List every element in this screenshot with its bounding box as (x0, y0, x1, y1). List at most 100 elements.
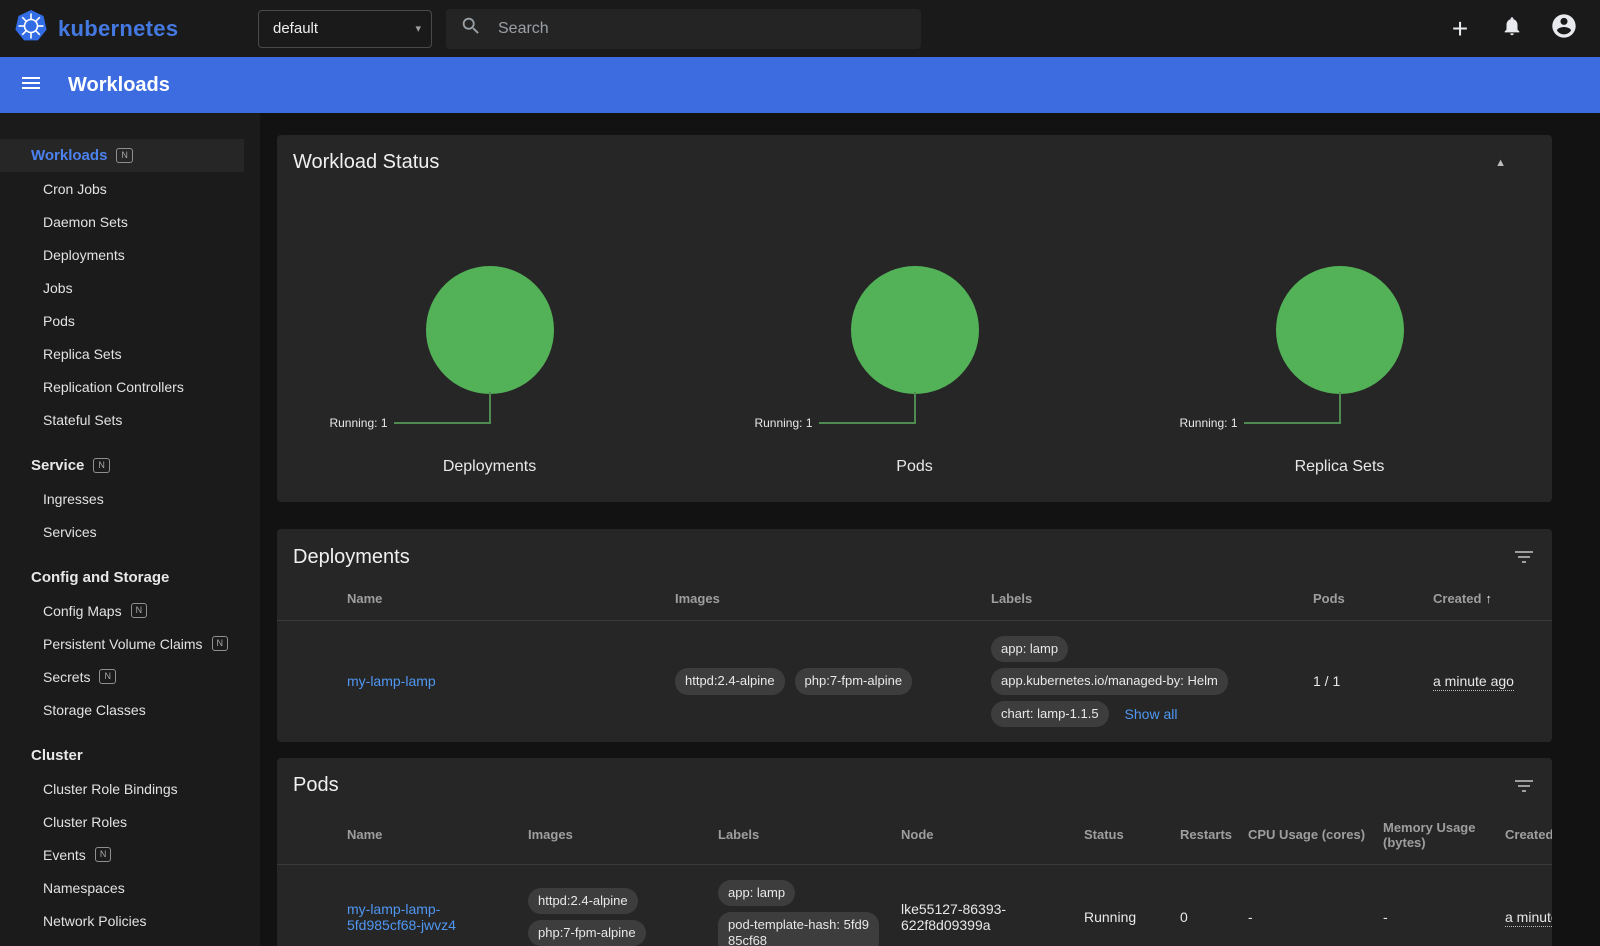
sidebar-item-label: Ingresses (43, 491, 104, 507)
chart-connector (1339, 392, 1341, 424)
sidebar-item-replica-sets[interactable]: Replica Sets (0, 337, 260, 370)
column-header-images[interactable]: Images (667, 577, 983, 621)
create-button[interactable]: + (1440, 9, 1480, 49)
pod-restarts: 0 (1172, 864, 1240, 946)
chart-deployments: Running: 1 Deployments (277, 266, 702, 484)
column-header-labels[interactable]: Labels (983, 577, 1305, 621)
pod-name-link[interactable]: my-lamp-lamp-5fd985cf68-jwvz4 (347, 901, 456, 933)
column-header-created[interactable]: Created↑ (1497, 806, 1552, 865)
sidebar-item-label: Workloads (31, 147, 107, 164)
new-badge: N (99, 669, 116, 684)
new-badge: N (212, 636, 229, 651)
sidebar-item-label: Config Maps (43, 603, 122, 619)
column-header-status-text[interactable]: Status (1076, 806, 1172, 865)
sidebar-item-workloads[interactable]: Workloads N (0, 139, 244, 172)
image-chip: httpd:2.4-alpine (675, 668, 785, 694)
sidebar-item-daemon-sets[interactable]: Daemon Sets (0, 205, 260, 238)
sidebar-item-label: Stateful Sets (43, 412, 122, 428)
notifications-button[interactable] (1492, 9, 1532, 49)
sidebar-item-storage-classes[interactable]: Storage Classes (0, 693, 260, 726)
column-header-created[interactable]: Created↑ (1425, 577, 1552, 621)
column-header-name[interactable]: Name (339, 806, 520, 865)
column-header-name[interactable]: Name (339, 577, 667, 621)
search-bar[interactable] (446, 9, 921, 49)
chart-title: Deployments (277, 458, 702, 476)
column-header-labels[interactable]: Labels (710, 806, 893, 865)
sidebar-item-cluster-roles[interactable]: Cluster Roles (0, 805, 260, 838)
sidebar-item-network-policies[interactable]: Network Policies (0, 904, 260, 937)
new-badge: N (116, 148, 133, 163)
sidebar-item-pods[interactable]: Pods (0, 304, 260, 337)
sidebar-item-namespaces[interactable]: Namespaces (0, 871, 260, 904)
chart-slice-label: Running: 1 (754, 416, 812, 430)
created-timestamp: a minute ago (1433, 673, 1514, 691)
topbar-actions: + (1440, 9, 1600, 49)
donut-chart (426, 266, 554, 394)
chart-slice-label: Running: 1 (1179, 416, 1237, 430)
label-chip: app.kubernetes.io/managed-by: Helm (991, 668, 1228, 694)
sidebar-item-config-maps[interactable]: Config Maps N (0, 594, 260, 627)
show-all-labels-link[interactable]: Show all (1125, 706, 1178, 722)
page-title: Workloads (68, 74, 170, 97)
table-row: my-lamp-lamp httpd:2.4-alpine php:7-fpm-… (277, 621, 1552, 742)
column-header-cpu[interactable]: CPU Usage (cores) (1240, 806, 1375, 865)
new-badge: N (93, 458, 110, 473)
sort-ascending-icon: ↑ (1485, 591, 1492, 606)
sidebar-item-jobs[interactable]: Jobs (0, 271, 260, 304)
collapse-card-icon[interactable]: ▲ (1495, 157, 1506, 169)
sidebar-item-label: Deployments (43, 247, 125, 263)
label-chip: app: lamp (718, 880, 795, 906)
workload-status-card: Workload Status ▲ Running: 1 Deployments… (277, 135, 1552, 502)
sidebar-item-ingresses[interactable]: Ingresses (0, 482, 260, 515)
sidebar-item-label: Cluster Role Bindings (43, 781, 178, 797)
sidebar-item-services[interactable]: Services (0, 515, 260, 548)
pod-cpu-usage: - (1240, 864, 1375, 946)
deployments-table: Name Images Labels Pods Created↑ my-lamp… (277, 577, 1552, 742)
filter-icon[interactable] (1512, 774, 1536, 798)
search-input[interactable] (498, 20, 907, 38)
column-header-memory[interactable]: Memory Usage (bytes) (1375, 806, 1497, 865)
label-chip: app: lamp (991, 636, 1068, 662)
pods-count: 1 / 1 (1305, 621, 1425, 742)
namespace-value: default (273, 20, 318, 37)
kubernetes-logo[interactable]: kubernetes (0, 9, 258, 48)
filter-icon[interactable] (1512, 545, 1536, 569)
column-header-status (277, 577, 339, 621)
hamburger-icon (19, 71, 43, 100)
sidebar-item-persistent-volume-claims[interactable]: Persistent Volume Claims N (0, 627, 260, 660)
sidebar-item-deployments[interactable]: Deployments (0, 238, 260, 271)
sidebar-item-service[interactable]: Service N (0, 449, 260, 482)
user-account-button[interactable] (1544, 9, 1584, 49)
sidebar-item-cron-jobs[interactable]: Cron Jobs (0, 172, 260, 205)
hamburger-menu-button[interactable] (18, 72, 44, 98)
namespace-selector[interactable]: default ▾ (258, 10, 432, 48)
sidebar-item-replication-controllers[interactable]: Replication Controllers (0, 370, 260, 403)
sidebar-item-config-and-storage[interactable]: Config and Storage (0, 561, 260, 594)
deployment-name-link[interactable]: my-lamp-lamp (347, 673, 436, 689)
sidebar-item-label: Namespaces (43, 880, 125, 896)
new-badge: N (131, 603, 148, 618)
sidebar-item-cluster-role-bindings[interactable]: Cluster Role Bindings (0, 772, 260, 805)
sidebar-item-events[interactable]: Events N (0, 838, 260, 871)
app-bar: Workloads (0, 57, 1600, 113)
sidebar-nav: Workloads N Cron Jobs Daemon Sets Deploy… (0, 113, 260, 946)
sidebar-item-label: Replica Sets (43, 346, 122, 362)
chart-connector (819, 422, 915, 424)
column-header-images[interactable]: Images (520, 806, 710, 865)
main-content: Workload Status ▲ Running: 1 Deployments… (260, 113, 1600, 946)
sidebar-item-stateful-sets[interactable]: Stateful Sets (0, 403, 260, 436)
column-header-node[interactable]: Node (893, 806, 1076, 865)
pod-status: Running (1076, 864, 1172, 946)
sidebar-item-label: Events (43, 847, 86, 863)
chart-title: Replica Sets (1127, 458, 1552, 476)
card-title-pods: Pods (293, 774, 339, 797)
account-circle-icon (1550, 12, 1578, 45)
image-chip: php:7-fpm-alpine (528, 920, 646, 946)
column-header-restarts[interactable]: Restarts (1172, 806, 1240, 865)
donut-chart (1276, 266, 1404, 394)
column-header-pods[interactable]: Pods (1305, 577, 1425, 621)
sidebar-item-secrets[interactable]: Secrets N (0, 660, 260, 693)
sidebar-item-label: Services (43, 524, 97, 540)
sidebar-item-cluster[interactable]: Cluster (0, 739, 260, 772)
sidebar-item-label: Cron Jobs (43, 181, 107, 197)
